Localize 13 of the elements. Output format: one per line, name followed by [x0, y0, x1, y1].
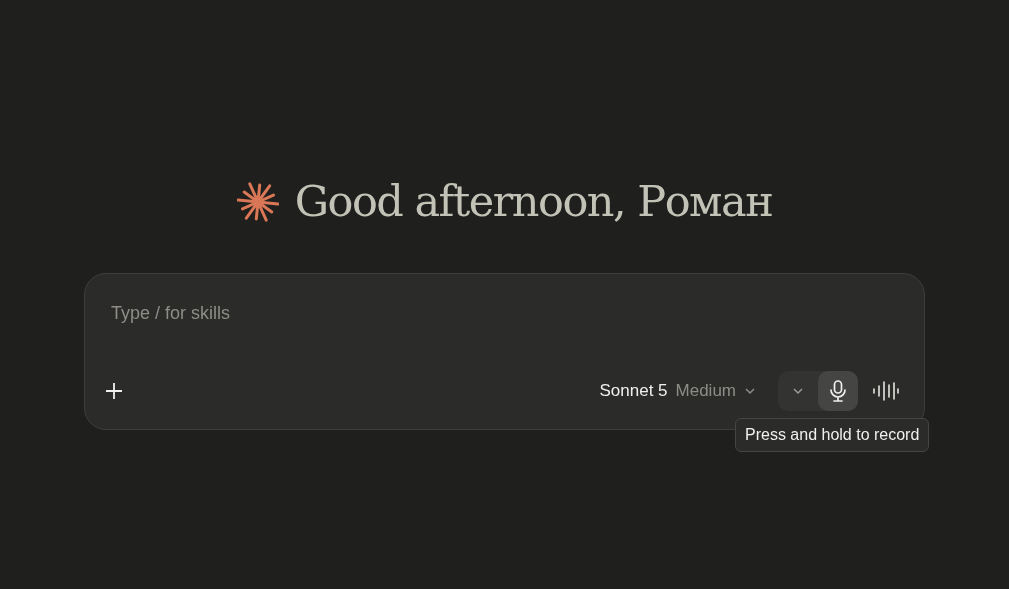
tooltip: Press and hold to record: [735, 418, 930, 452]
model-name: Sonnet 5: [599, 380, 668, 403]
microphone-icon: [829, 380, 847, 402]
chevron-down-icon: [744, 387, 756, 395]
model-selector[interactable]: Sonnet 5 Medium: [599, 378, 756, 404]
waveform-icon: [873, 381, 899, 401]
effort-label: Medium: [675, 380, 736, 403]
plus-icon: [105, 382, 123, 400]
chevron-down-icon: [792, 387, 804, 395]
greeting-heading: Good afternoon, Роман: [294, 180, 773, 223]
microphone-button[interactable]: [818, 371, 858, 411]
starburst-icon: [236, 180, 279, 223]
message-input[interactable]: Type / for skills: [111, 300, 898, 327]
